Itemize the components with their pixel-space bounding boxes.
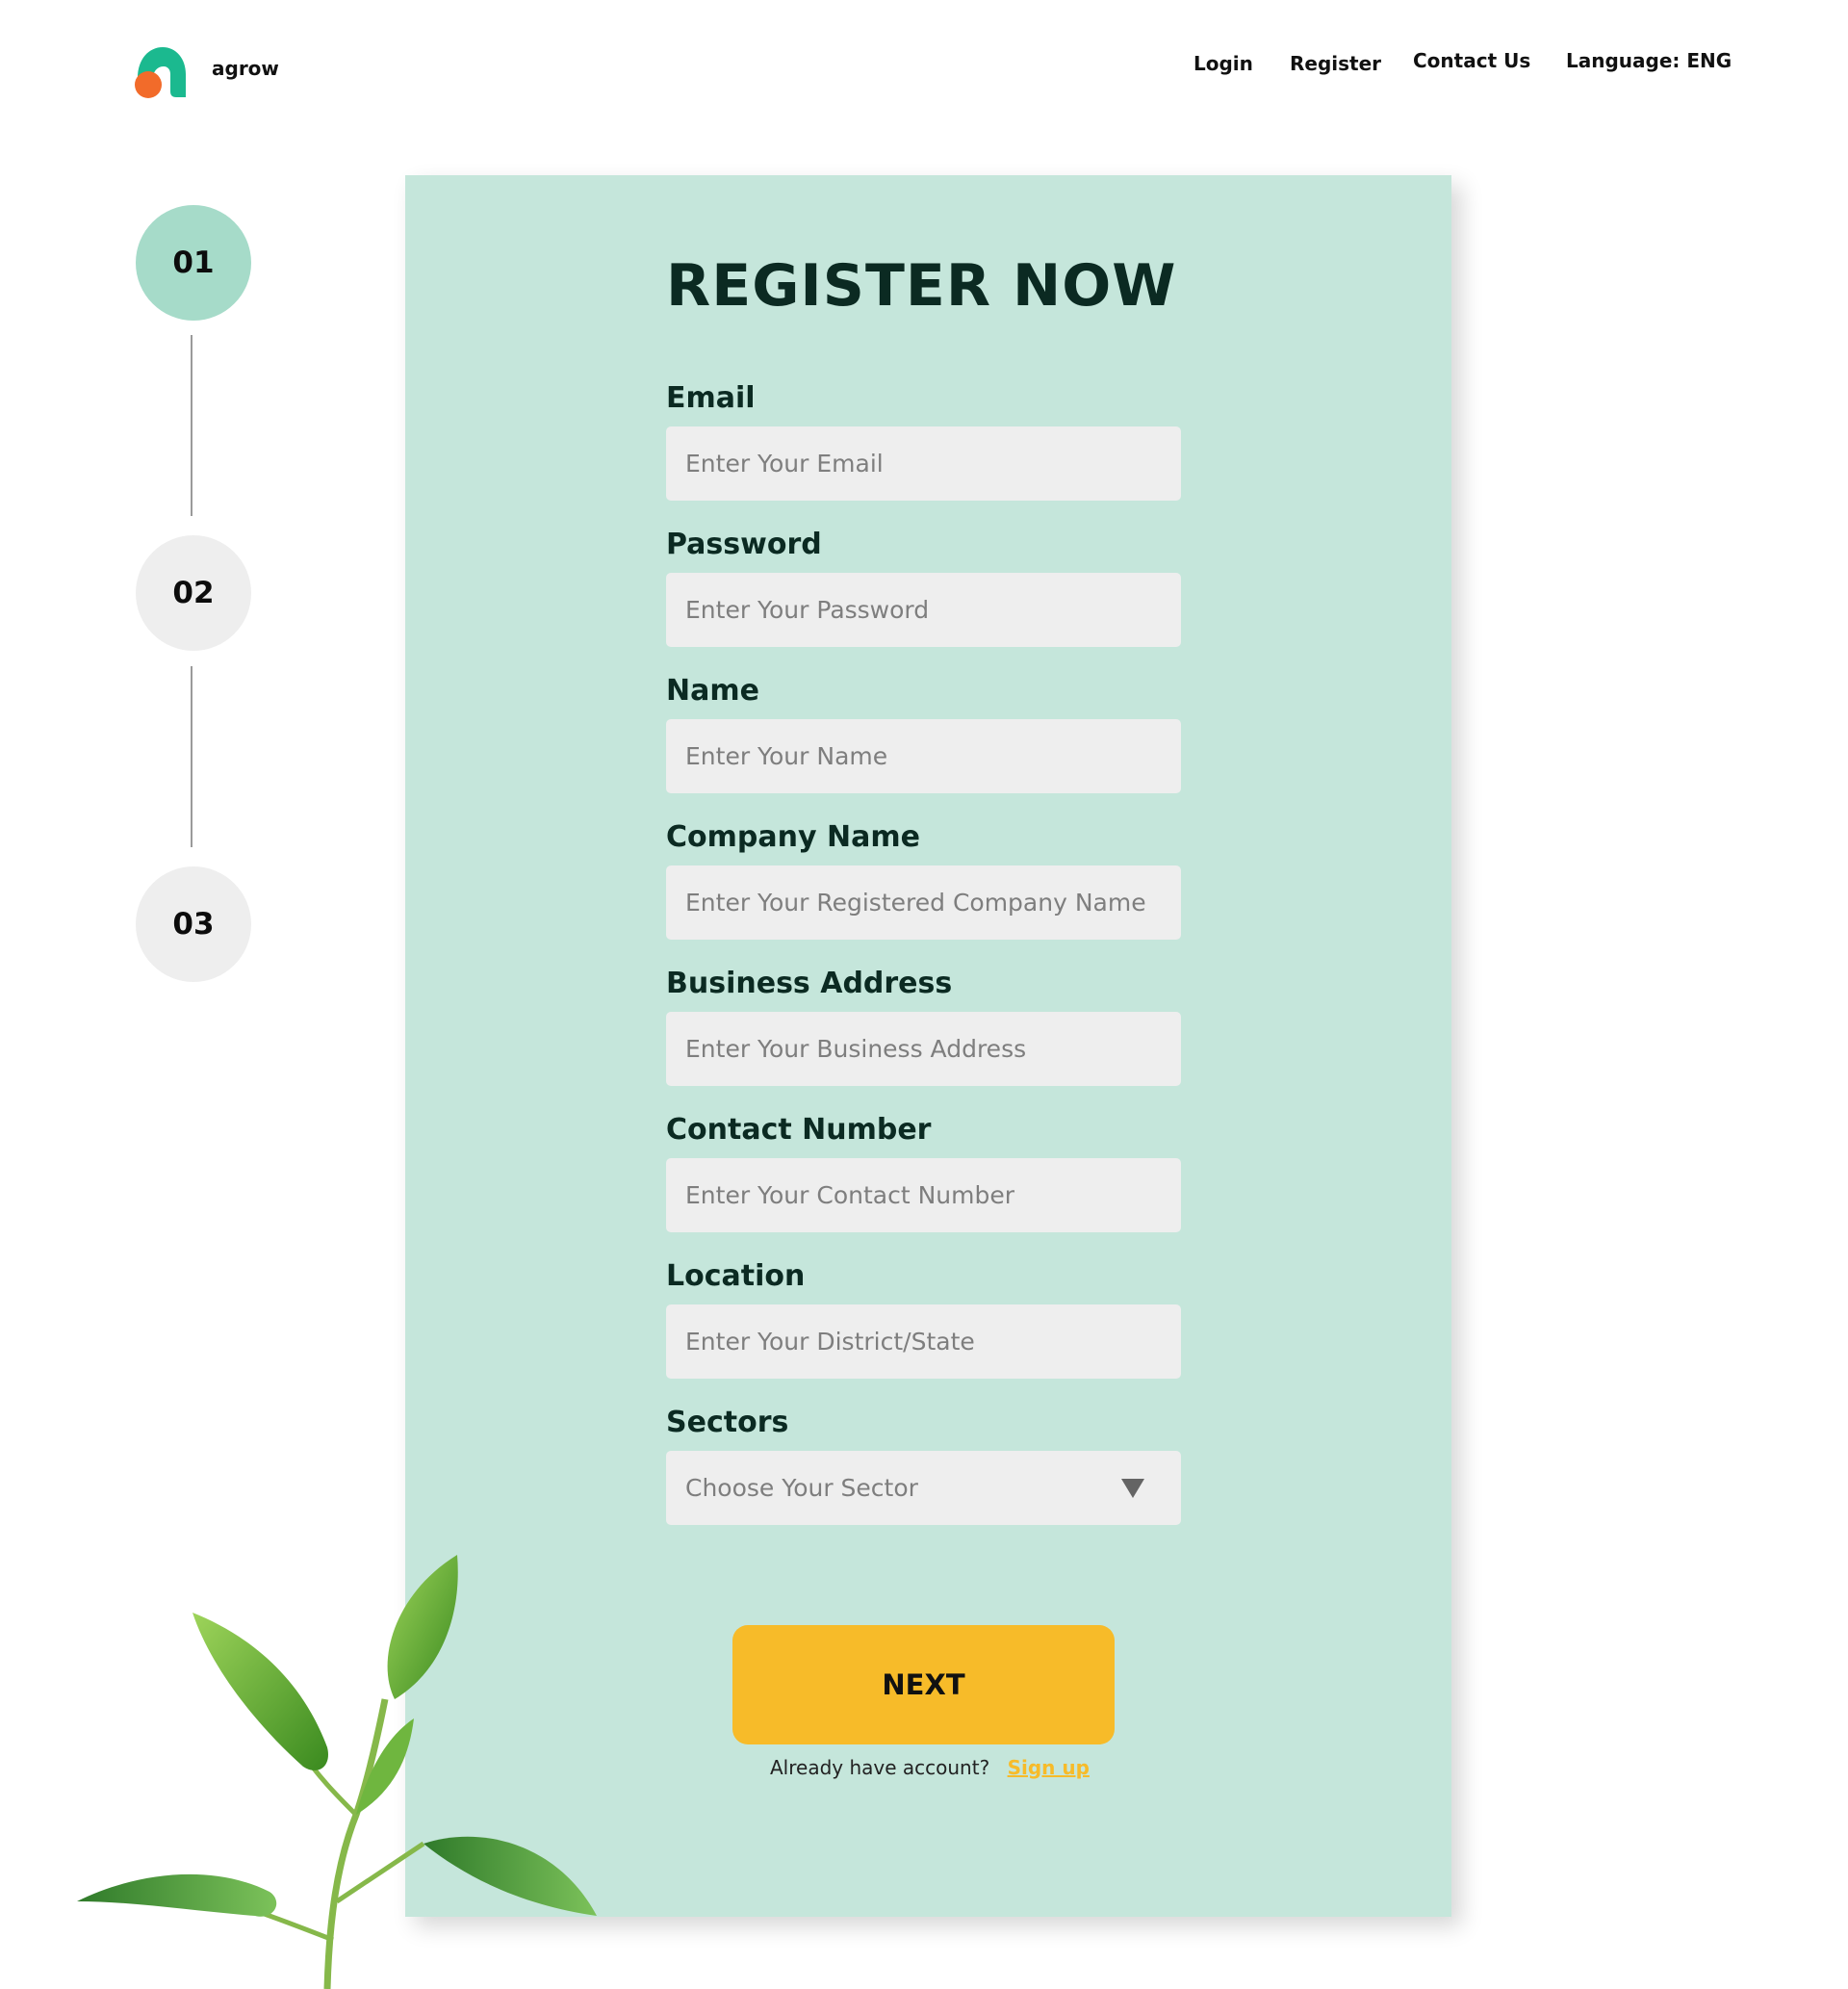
step-3-indicator: 03 xyxy=(136,866,251,982)
signup-link[interactable]: Sign up xyxy=(1008,1756,1090,1779)
password-field[interactable] xyxy=(666,573,1181,647)
contact-number-label: Contact Number xyxy=(666,1113,932,1147)
agrow-logo-icon[interactable] xyxy=(134,45,188,99)
signin-prompt: Already have account? Sign up xyxy=(770,1756,1090,1779)
sectors-label: Sectors xyxy=(666,1406,789,1439)
page-title: REGISTER NOW xyxy=(666,252,1177,320)
step-2-indicator: 02 xyxy=(136,535,251,651)
nav-contact-link[interactable]: Contact Us xyxy=(1413,49,1530,72)
company-name-label: Company Name xyxy=(666,820,920,854)
email-field[interactable] xyxy=(666,426,1181,501)
brand-name: agrow xyxy=(212,57,279,80)
caret-down-icon[interactable] xyxy=(1121,1478,1144,1498)
name-label: Name xyxy=(666,674,759,708)
step-connector xyxy=(191,335,192,516)
step-connector xyxy=(191,666,192,847)
location-label: Location xyxy=(666,1259,806,1293)
location-field[interactable] xyxy=(666,1304,1181,1379)
name-field[interactable] xyxy=(666,719,1181,793)
email-label: Email xyxy=(666,381,756,415)
business-address-field[interactable] xyxy=(666,1012,1181,1086)
sector-select[interactable]: Choose Your Sector xyxy=(666,1451,1181,1525)
nav-register-link[interactable]: Register xyxy=(1290,52,1381,75)
nav-login-link[interactable]: Login xyxy=(1194,52,1253,75)
company-name-field[interactable] xyxy=(666,865,1181,940)
language-selector[interactable]: Language: ENG xyxy=(1566,49,1732,72)
next-button[interactable]: NEXT xyxy=(732,1625,1115,1744)
sector-select-placeholder: Choose Your Sector xyxy=(685,1474,918,1502)
business-address-label: Business Address xyxy=(666,967,953,1000)
register-page: agrow Login Register Contact Us Language… xyxy=(0,0,1848,1989)
plant-leaves-image xyxy=(77,1555,597,1989)
password-label: Password xyxy=(666,528,822,561)
already-account-text: Already have account? xyxy=(770,1756,990,1779)
contact-number-field[interactable] xyxy=(666,1158,1181,1232)
step-1-indicator: 01 xyxy=(136,205,251,321)
